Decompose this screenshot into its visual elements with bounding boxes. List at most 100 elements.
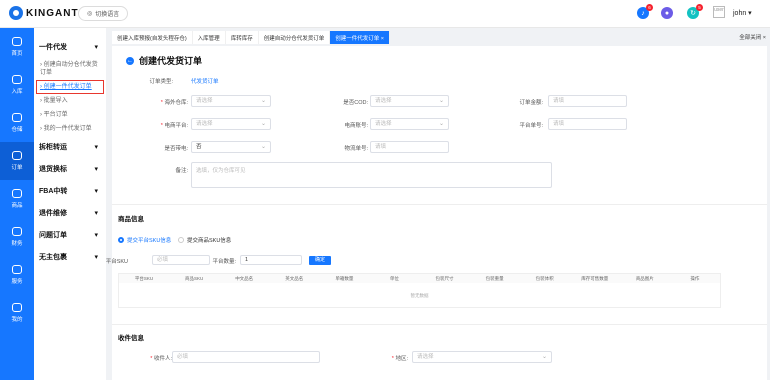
order-icon xyxy=(12,151,22,160)
order-type-label: 订单类型: xyxy=(149,79,173,85)
select-value: 否 xyxy=(196,144,202,150)
chat-icon[interactable]: ● xyxy=(661,7,673,19)
platform-no-input[interactable]: 请填 xyxy=(548,118,627,130)
nav-item-platform-orders[interactable]: › 平台订单 xyxy=(34,108,106,122)
remark-textarea[interactable]: 选填，仅为仓库可见 xyxy=(191,162,552,188)
nav-label: 创建自动分仓代发货订单 xyxy=(40,62,98,76)
cod-select[interactable]: 请选择 ⌄ xyxy=(370,95,449,107)
nav-group-repair[interactable]: 退件维修 ▾ xyxy=(34,202,106,224)
overseas-wh-select[interactable]: 请选择 ⌄ xyxy=(191,95,271,107)
col-header: 单箱数量 xyxy=(335,275,354,281)
col-header: 包装体积 xyxy=(535,275,554,281)
sidebar-item-order[interactable]: 订单 xyxy=(0,142,34,180)
col-header: 操作 xyxy=(690,275,700,281)
sidebar-item-service[interactable]: 服务 xyxy=(0,256,34,294)
sidebar-label: 订单 xyxy=(11,165,23,171)
sidebar-item-home[interactable]: 首页 xyxy=(0,28,34,66)
nav-item-my-dropship-orders[interactable]: › 我的一件代发订单 xyxy=(34,122,106,136)
receiver-name-input[interactable]: 必填 xyxy=(172,351,320,363)
tab-create-dropship[interactable]: 创建一件代发订单 × xyxy=(330,31,390,44)
sidebar-label: 仓储 xyxy=(11,127,23,133)
nav-group-label: FBA中转 xyxy=(39,188,68,195)
close-all-tabs[interactable]: 全部关闭 × xyxy=(739,33,766,41)
nav-item-auto-split-order[interactable]: › 创建自动分仓代发货订单 xyxy=(34,58,106,80)
col-header: 商品SKU xyxy=(184,275,204,281)
ec-platform-select[interactable]: 请选择 ⌄ xyxy=(191,118,271,130)
chevron-down-icon: ⌄ xyxy=(541,354,547,360)
sidebar-label: 商品 xyxy=(11,203,23,209)
nav-group-dropship[interactable]: 一件代发 ▾ xyxy=(34,36,106,58)
label-text: 海外仓库: xyxy=(164,100,188,106)
nav-group-label: 退货换标 xyxy=(39,166,67,173)
placeholder: 请选择 xyxy=(417,354,434,360)
nav-group-label: 退件维修 xyxy=(39,210,67,217)
sidebar-item-warehouse[interactable]: 仓储 xyxy=(0,104,34,142)
tab-stock-transfer[interactable]: 库转库存 xyxy=(225,31,259,44)
qty-input[interactable]: 1 xyxy=(240,255,302,265)
table-header: 平台SKU 商品SKU 中文品名 英文品名 单箱数量 单位 包装尺寸 包装重量 … xyxy=(119,274,720,283)
chevron-down-icon: ⌄ xyxy=(260,98,266,104)
language-switch-button[interactable]: ◎ 切换语言 xyxy=(78,6,129,21)
avatar[interactable]: user xyxy=(713,6,725,18)
chevron-down-icon: ⌄ xyxy=(438,121,444,127)
username: john xyxy=(733,10,747,17)
radio-label: 提交平台SKU信息 xyxy=(127,238,172,244)
col-header: 包装重量 xyxy=(485,275,504,281)
tab-inbound-forecast[interactable]: 创建入库预报(自发头程存仓) xyxy=(112,31,193,44)
col-header: 库存可售数量 xyxy=(581,275,609,281)
nav-group-transfer[interactable]: 拆柜转运 ▾ xyxy=(34,136,106,158)
receiver-section-title: 收件信息 xyxy=(118,335,144,342)
nav-group-label: 问题订单 xyxy=(39,232,67,239)
home-icon xyxy=(12,37,22,46)
cod-label: 是否COD: xyxy=(343,100,368,106)
user-menu[interactable]: john ▾ xyxy=(733,9,752,17)
product-section-title: 商品信息 xyxy=(118,216,144,223)
nav-group-label: 一件代发 xyxy=(39,44,67,51)
platform-no-label: 平台单号: xyxy=(519,123,543,129)
ec-account-select[interactable]: 请选择 ⌄ xyxy=(370,118,449,130)
bell-icon[interactable]: ♪ 6 xyxy=(637,4,653,19)
refresh-icon[interactable]: ↻ 5 xyxy=(687,4,703,19)
tab-bar: 创建入库预报(自发头程存仓) 入库管理 库转库存 创建自动分仓代发货订单 创建一… xyxy=(112,31,770,44)
brand-logo[interactable]: KINGANT xyxy=(9,6,79,20)
sidebar-item-mine[interactable]: 我的 xyxy=(0,294,34,332)
overseas-wh-label: * 海外仓库: xyxy=(160,100,188,106)
label-text: 电商平台: xyxy=(164,123,188,129)
radio-product-sku[interactable]: 提交商品SKU信息 xyxy=(178,236,231,244)
radio-dot xyxy=(118,237,124,243)
col-header: 英文品名 xyxy=(285,275,304,281)
nav-group-label: 拆柜转运 xyxy=(39,144,67,151)
tab-inbound-manage[interactable]: 入库管理 xyxy=(192,31,226,44)
order-type-value[interactable]: 代发货订单 xyxy=(191,77,219,85)
sidebar-label: 首页 xyxy=(11,51,23,57)
product-icon xyxy=(12,189,22,198)
sidebar-item-finance[interactable]: 财务 xyxy=(0,218,34,256)
order-amount-input[interactable]: 请填 xyxy=(548,95,627,107)
sub-nav: 一件代发 ▾ › 创建自动分仓代发货订单 › 创建一件代发订单 › 批量导入 › … xyxy=(34,28,106,380)
caret-icon: ▾ xyxy=(94,44,98,51)
sidebar-item-inbound[interactable]: 入库 xyxy=(0,66,34,104)
sidebar-item-product[interactable]: 商品 xyxy=(0,180,34,218)
region-select[interactable]: 请选择 ⌄ xyxy=(412,351,552,363)
placeholder: 请选择 xyxy=(196,98,213,104)
nav-label: 批量导入 xyxy=(43,98,68,104)
nav-group-problem[interactable]: 问题订单 ▾ xyxy=(34,224,106,246)
bulky-select[interactable]: 否 ⌄ xyxy=(191,141,271,153)
chevron-down-icon: ⌄ xyxy=(438,98,444,104)
divider xyxy=(112,324,767,325)
finance-icon xyxy=(12,227,22,236)
tab-auto-split[interactable]: 创建自动分仓代发货订单 xyxy=(258,31,331,44)
ec-account-label: 电商账号: xyxy=(344,123,368,129)
caret-icon: ▾ xyxy=(94,232,98,239)
nav-group-return[interactable]: 退货换标 ▾ xyxy=(34,158,106,180)
tracking-input[interactable]: 请填 xyxy=(370,141,449,153)
radio-platform-sku[interactable]: 提交平台SKU信息 xyxy=(118,236,171,244)
nav-item-create-dropship-order[interactable]: › 创建一件代发订单 xyxy=(36,80,104,94)
sidebar-label: 服务 xyxy=(11,279,23,285)
nav-item-batch-import[interactable]: › 批量导入 xyxy=(34,94,106,108)
page-title: ← 创建代发货订单 xyxy=(126,54,202,67)
form-card: ← 创建代发货订单 订单类型: 代发货订单 * 海外仓库: 请选择 ⌄ 是否COD:… xyxy=(106,46,767,380)
back-icon[interactable]: ← xyxy=(126,56,134,65)
nav-group-fba[interactable]: FBA中转 ▾ xyxy=(34,180,106,202)
confirm-button[interactable]: 确定 xyxy=(309,256,332,265)
